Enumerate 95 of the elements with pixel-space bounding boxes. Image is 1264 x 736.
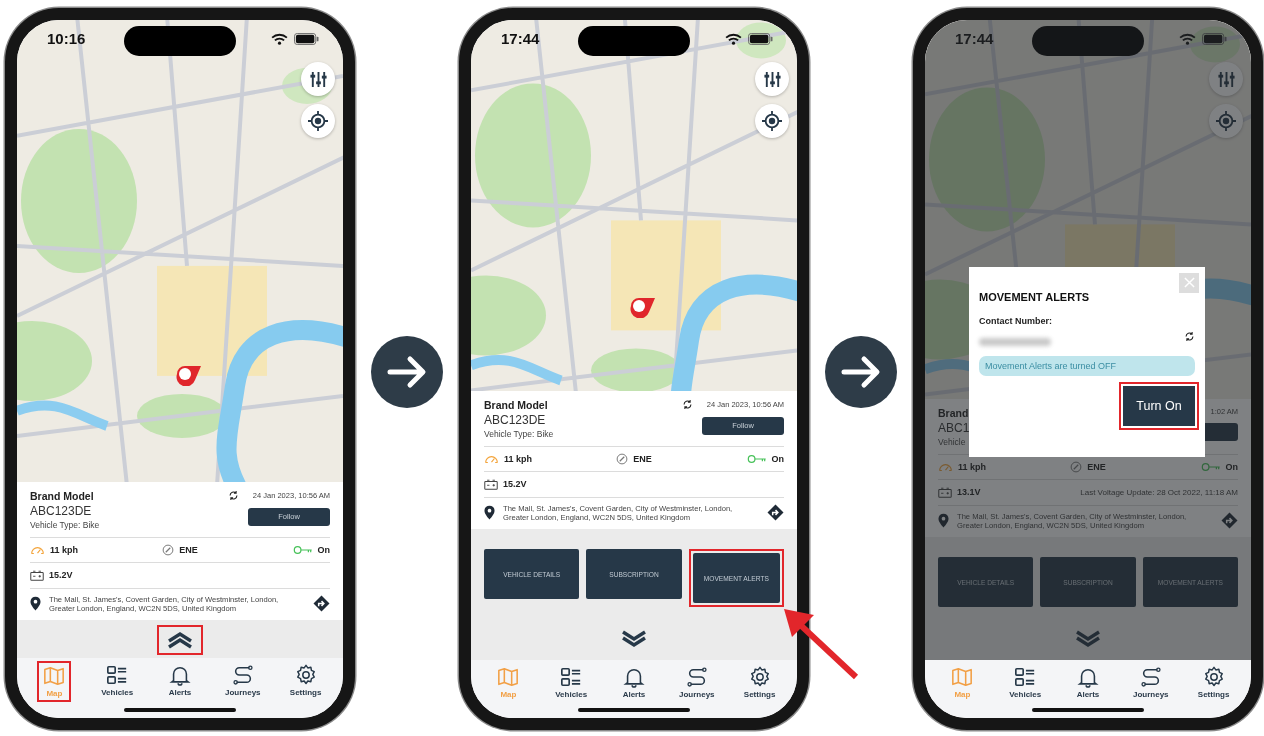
location-pin-icon xyxy=(484,505,495,521)
status-message: Movement Alerts are turned OFF xyxy=(979,355,1195,376)
plate-number: ABC1 xyxy=(938,420,970,435)
tab-item[interactable]: Vehicles xyxy=(553,666,590,699)
plate-number: ABC123DE xyxy=(484,412,547,427)
battery-status-icon xyxy=(748,33,773,45)
bell-icon xyxy=(1077,666,1099,688)
map-icon xyxy=(951,666,974,688)
wifi-icon xyxy=(271,33,288,45)
turn-on-button[interactable]: Turn On xyxy=(1123,385,1195,426)
battery-icon xyxy=(30,569,44,581)
settings-icon xyxy=(748,666,771,688)
voltage-value: 15.2V xyxy=(49,570,73,581)
contact-label: Contact Number: xyxy=(979,315,1053,326)
speed-value: 11 kph xyxy=(958,461,986,472)
plate-number: ABC123DE xyxy=(30,503,93,518)
tab-item[interactable]: Alerts xyxy=(620,666,648,699)
battery-icon xyxy=(938,486,952,498)
status-time: 17:44 xyxy=(955,30,994,47)
crosshair-icon xyxy=(1216,111,1236,131)
tab-item[interactable]: Settings xyxy=(741,666,778,699)
vehicle-name: Brand Model xyxy=(484,398,549,411)
tab-item[interactable]: Settings xyxy=(1195,666,1232,699)
key-icon xyxy=(746,453,767,464)
crosshair-icon xyxy=(762,111,782,131)
speed-value: 11 kph xyxy=(50,544,78,555)
status-time: 10:16 xyxy=(47,30,86,47)
location-pin-icon xyxy=(938,513,949,529)
tab-item[interactable]: Settings xyxy=(287,664,324,699)
tab-item[interactable]: Alerts xyxy=(1074,666,1102,699)
vehicle-name: Brand xyxy=(938,406,970,419)
heading-value: ENE xyxy=(633,453,652,464)
bell-icon xyxy=(623,666,645,688)
double-chevron-icon xyxy=(167,631,193,649)
tab-item[interactable]: Journeys xyxy=(223,664,263,699)
double-chevron-icon xyxy=(1075,630,1101,648)
crosshair-icon xyxy=(308,111,328,131)
refresh-icon[interactable] xyxy=(1184,331,1195,343)
speedometer-icon xyxy=(938,461,953,473)
key-icon xyxy=(1200,461,1221,472)
speed-value: 11 kph xyxy=(504,453,532,464)
status-time: 17:44 xyxy=(501,30,540,47)
heading-value: ENE xyxy=(1087,461,1106,472)
battery-icon xyxy=(484,478,498,490)
key-icon xyxy=(292,544,313,555)
tab-item[interactable]: Journeys xyxy=(677,666,717,699)
refresh-icon[interactable] xyxy=(227,489,239,501)
ignition-value: On xyxy=(771,453,784,464)
tab-item[interactable]: Vehicles xyxy=(1007,666,1044,699)
list-icon xyxy=(560,666,583,688)
battery-status-icon xyxy=(294,33,319,45)
dialog-title: MOVEMENT ALERTS xyxy=(979,290,1091,303)
ignition-value: On xyxy=(317,544,330,555)
arrow-right-icon xyxy=(825,336,897,408)
route-icon xyxy=(1139,666,1162,688)
speedometer-icon xyxy=(30,544,45,556)
list-icon xyxy=(1014,666,1037,688)
heading-value: ENE xyxy=(179,544,198,555)
sliders-icon xyxy=(762,69,782,89)
refresh-icon[interactable] xyxy=(681,398,693,410)
speedometer-icon xyxy=(484,453,499,465)
close-icon xyxy=(1183,277,1195,289)
directions-icon[interactable] xyxy=(313,595,330,613)
vehicle-type: Vehicle Type: Bike xyxy=(484,428,554,439)
arrow-right-icon xyxy=(371,336,443,408)
bell-icon xyxy=(169,664,191,686)
compass-icon xyxy=(162,543,175,556)
route-icon xyxy=(231,664,254,686)
vehicle-name: Brand Model xyxy=(30,489,95,502)
settings-icon xyxy=(294,664,317,686)
vehicle-type: Vehicle xyxy=(938,436,967,447)
voltage-update-text: Last Voltage Update: 28 Oct 2022, 11:18 AM xyxy=(1080,487,1238,497)
compass-icon xyxy=(616,452,629,465)
double-chevron-icon xyxy=(621,630,647,648)
directions-icon[interactable] xyxy=(767,504,784,522)
blurred-phone-number xyxy=(979,337,1051,346)
route-icon xyxy=(685,666,708,688)
sliders-icon xyxy=(1216,69,1236,89)
compass-icon xyxy=(1070,460,1083,473)
settings-icon xyxy=(1202,666,1225,688)
tab-item[interactable]: Journeys xyxy=(1131,666,1171,699)
wifi-icon xyxy=(1179,33,1196,45)
list-icon xyxy=(106,664,129,686)
ignition-value: On xyxy=(1225,461,1238,472)
vehicle-type: Vehicle Type: Bike xyxy=(30,519,100,530)
voltage-value: 15.2V xyxy=(503,479,527,490)
map-icon xyxy=(497,666,520,688)
tab-item[interactable]: Alerts xyxy=(166,664,194,699)
battery-status-icon xyxy=(1202,33,1227,45)
sliders-icon xyxy=(308,69,328,89)
map-icon xyxy=(43,665,66,687)
voltage-value: 13.1V xyxy=(957,487,981,498)
wifi-icon xyxy=(725,33,742,45)
tab-item[interactable]: Vehicles xyxy=(99,664,136,699)
location-pin-icon xyxy=(30,596,41,612)
